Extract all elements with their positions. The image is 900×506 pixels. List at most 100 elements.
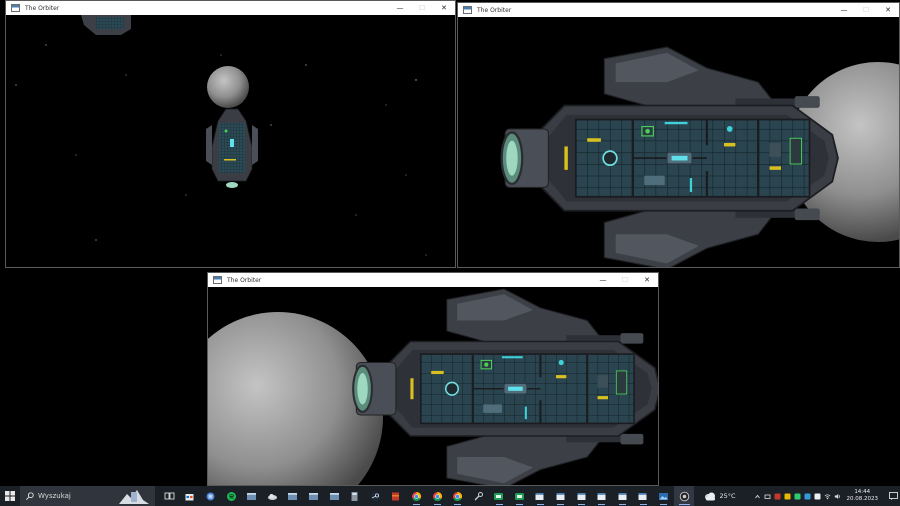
window-title: The Orbiter (227, 276, 262, 284)
taskbar-app[interactable] (324, 486, 345, 506)
window-titlebar[interactable]: The Orbiter — ☐ ✕ (208, 273, 658, 287)
taskbar-app[interactable] (550, 486, 571, 506)
taskbar-app[interactable] (612, 486, 633, 506)
player-ship-large[interactable] (500, 45, 840, 267)
taskbar-app[interactable] (283, 486, 304, 506)
app-tray-icon[interactable] (784, 493, 791, 500)
cloud-app-icon (267, 493, 277, 500)
app-window-icon (247, 492, 257, 500)
taskbar-apps (159, 486, 695, 506)
taskbar-app[interactable] (530, 486, 551, 506)
taskbar-app[interactable] (673, 486, 695, 506)
taskbar-search[interactable]: Wyszukaj (20, 486, 155, 506)
clock-date: 20.08.2023 (846, 496, 879, 502)
weather-temperature: 25°C (719, 492, 736, 500)
app-blue-icon (206, 492, 215, 500)
clock[interactable]: 14:44 20.08.2023 (847, 489, 879, 503)
maximize-button[interactable]: ☐ (855, 3, 877, 17)
app-tray-icon[interactable] (774, 493, 781, 500)
window-app-icon (638, 492, 647, 500)
taskbar-app[interactable] (180, 486, 201, 506)
app-window-icon (308, 492, 318, 500)
window-app-icon (577, 492, 586, 500)
taskbar-app[interactable] (489, 486, 510, 506)
game-viewport[interactable] (6, 15, 455, 267)
distant-ship (81, 15, 131, 35)
chrome-icon (432, 491, 442, 501)
wifi-icon[interactable] (824, 493, 831, 500)
taskbar-app[interactable] (365, 486, 386, 506)
steam-icon (370, 491, 380, 501)
window-title: The Orbiter (477, 6, 512, 14)
player-ship-large[interactable] (352, 287, 658, 485)
taskbar-app[interactable] (447, 486, 468, 506)
game-viewport[interactable] (208, 287, 658, 485)
taskbar-app[interactable] (386, 486, 407, 506)
close-button[interactable]: ✕ (877, 3, 899, 17)
weather-widget[interactable]: 25°C (704, 492, 736, 501)
taskbar-app[interactable] (427, 486, 448, 506)
image-app-icon (659, 492, 669, 500)
tray-icons (754, 493, 841, 500)
taskbar-app[interactable] (406, 486, 427, 506)
app-tray-icon[interactable] (794, 493, 801, 500)
store-icon (185, 493, 194, 500)
chevron-up-icon[interactable] (754, 493, 761, 500)
taskbar-app[interactable] (221, 486, 242, 506)
window-app-icon (556, 492, 565, 500)
notification-icon (888, 492, 898, 500)
moon (207, 66, 249, 108)
start-button[interactable] (0, 486, 20, 506)
game-window-top-left[interactable]: The Orbiter — ☐ ✕ (5, 0, 456, 268)
green-app-icon (514, 492, 524, 500)
green-app-icon (494, 492, 504, 500)
taskbar-app[interactable] (591, 486, 612, 506)
maximize-button[interactable]: ☐ (411, 1, 433, 15)
search-placeholder: Wyszukaj (38, 492, 71, 500)
game-window-bottom[interactable]: The Orbiter — ☐ ✕ (207, 272, 659, 486)
taskbar-app[interactable] (159, 486, 180, 506)
app-window-icon (213, 276, 222, 284)
app-tray-icon[interactable] (814, 493, 821, 500)
close-button[interactable]: ✕ (636, 273, 658, 287)
tool-icon (474, 491, 483, 500)
task-view-icon (164, 492, 175, 499)
speaker-icon[interactable] (834, 493, 841, 500)
minimize-button[interactable]: — (389, 1, 411, 15)
window-titlebar[interactable]: The Orbiter — ☐ ✕ (458, 3, 899, 17)
search-highlight-icon (119, 490, 149, 504)
maximize-button[interactable]: ☐ (614, 273, 636, 287)
chrome-icon (411, 491, 421, 501)
system-tray: 25°C 14:44 20.08.2023 (704, 486, 900, 506)
minimize-button[interactable]: — (592, 273, 614, 287)
taskbar-app[interactable] (468, 486, 489, 506)
taskbar-app[interactable] (241, 486, 262, 506)
window-app-icon (535, 492, 544, 500)
game-window-top-right[interactable]: The Orbiter — ☐ ✕ (457, 2, 900, 268)
window-app-icon (618, 492, 627, 500)
game-viewport[interactable] (458, 17, 899, 267)
player-ship-small[interactable] (206, 108, 258, 188)
search-icon (26, 492, 34, 500)
close-button[interactable]: ✕ (433, 1, 455, 15)
minimize-button[interactable]: — (833, 3, 855, 17)
windows-logo-icon (5, 491, 15, 501)
taskbar-app[interactable] (633, 486, 654, 506)
calculator-icon (351, 491, 358, 501)
app-tray-icon[interactable] (804, 493, 811, 500)
desktop: The Orbiter — ☐ ✕ The Orbiter — ☐ ✕ The … (0, 0, 900, 506)
taskbar-app[interactable] (262, 486, 283, 506)
taskbar-app[interactable] (303, 486, 324, 506)
app-window-icon (329, 492, 339, 500)
taskbar-app[interactable] (344, 486, 365, 506)
taskbar-app[interactable] (653, 486, 674, 506)
notification-button[interactable] (886, 486, 900, 506)
taskbar-app[interactable] (509, 486, 530, 506)
taskbar: Wyszukaj 25°C 14:44 20.08.2023 (0, 486, 900, 506)
taskbar-app[interactable] (200, 486, 221, 506)
network-icon[interactable] (764, 493, 771, 500)
app-window-icon (288, 492, 298, 500)
window-titlebar[interactable]: The Orbiter — ☐ ✕ (6, 1, 455, 15)
taskbar-app[interactable] (571, 486, 592, 506)
spotify-icon (226, 491, 236, 501)
